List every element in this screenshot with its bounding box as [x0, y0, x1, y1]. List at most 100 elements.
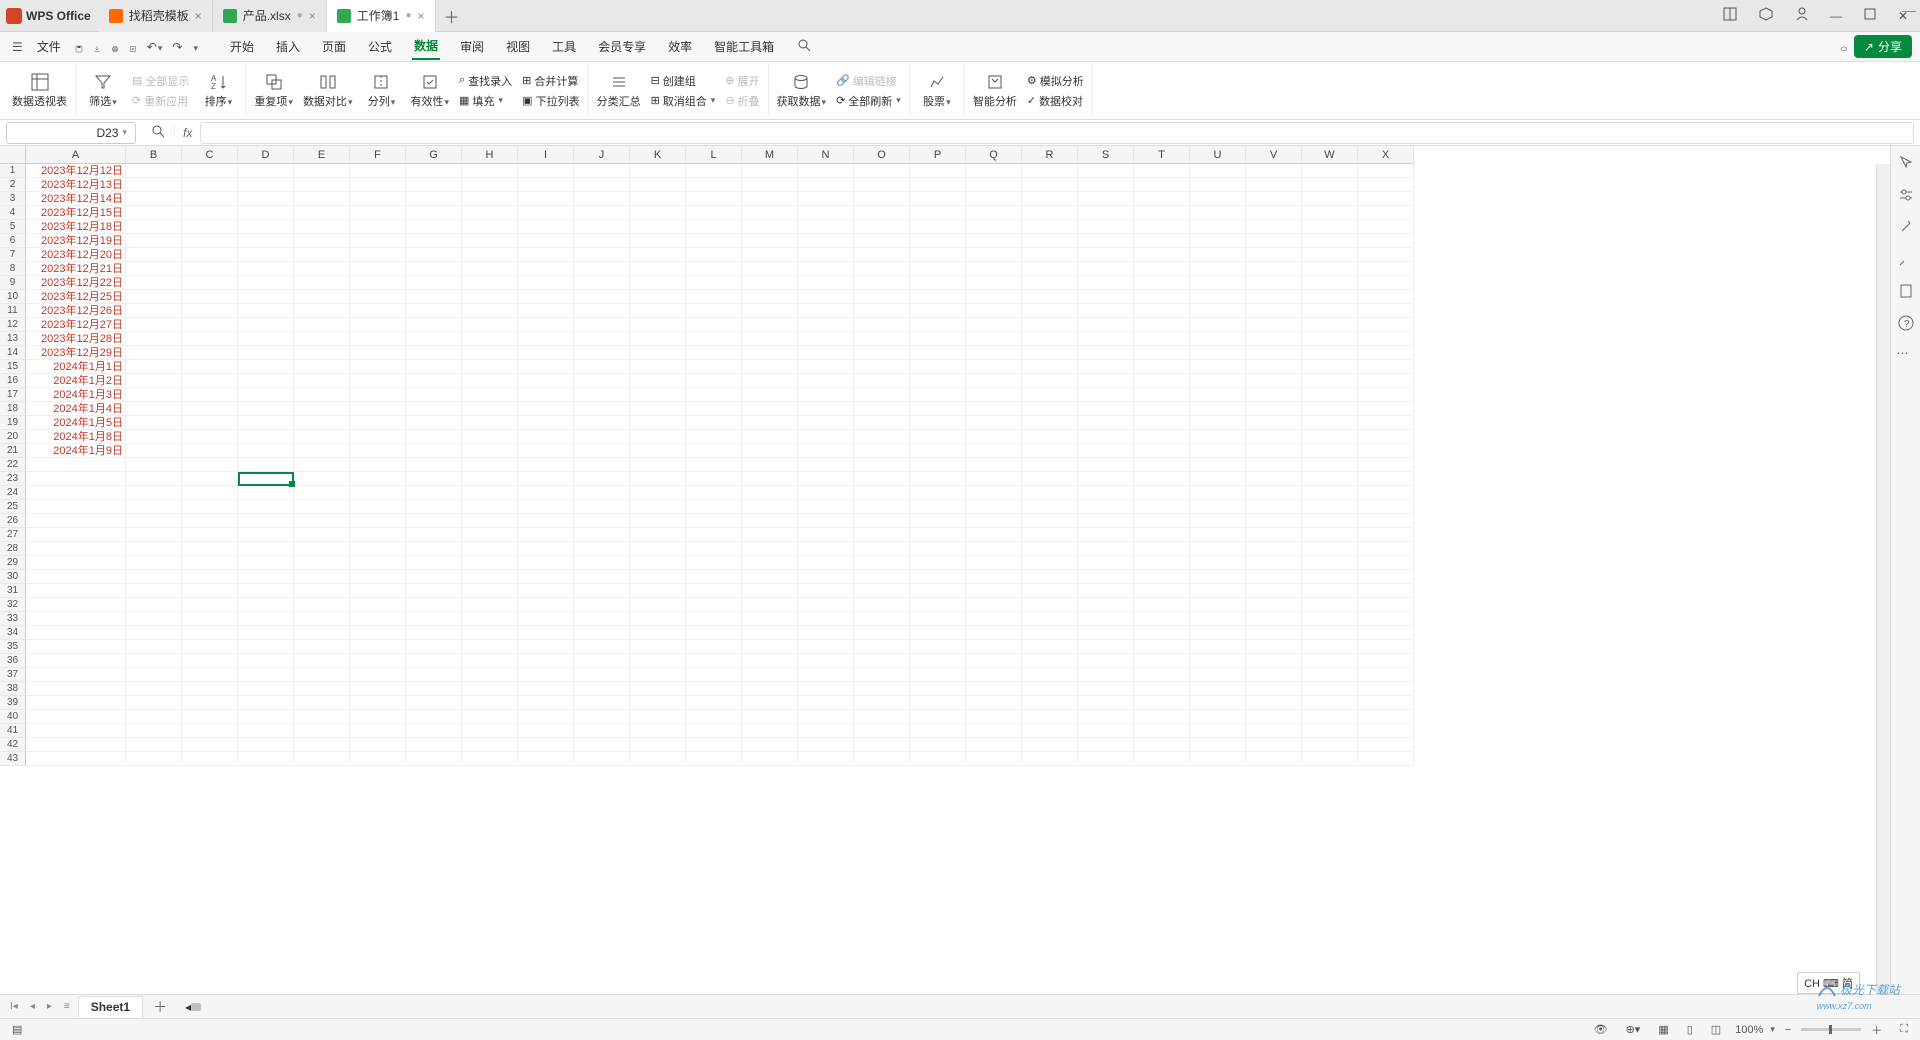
- cell[interactable]: [742, 430, 798, 444]
- cell[interactable]: [462, 430, 518, 444]
- cell[interactable]: [1358, 668, 1414, 682]
- cell[interactable]: [350, 416, 406, 430]
- cell[interactable]: [406, 360, 462, 374]
- cell[interactable]: [462, 682, 518, 696]
- cell[interactable]: [686, 570, 742, 584]
- cell[interactable]: [126, 598, 182, 612]
- cell[interactable]: [182, 416, 238, 430]
- cell[interactable]: [798, 360, 854, 374]
- cell[interactable]: [1358, 486, 1414, 500]
- cell[interactable]: [742, 206, 798, 220]
- cell[interactable]: [1190, 472, 1246, 486]
- cell[interactable]: [1078, 584, 1134, 598]
- cell[interactable]: 2023年12月26日: [26, 304, 126, 318]
- cell[interactable]: [294, 416, 350, 430]
- cell[interactable]: [742, 248, 798, 262]
- cell[interactable]: [686, 374, 742, 388]
- cell[interactable]: 2023年12月28日: [26, 332, 126, 346]
- cell[interactable]: [798, 472, 854, 486]
- settings-slider-icon[interactable]: [1897, 186, 1915, 204]
- cell[interactable]: [462, 388, 518, 402]
- cell[interactable]: [350, 192, 406, 206]
- cell[interactable]: [1022, 486, 1078, 500]
- cell[interactable]: [126, 178, 182, 192]
- tools-icon[interactable]: [1897, 250, 1915, 268]
- cell[interactable]: [26, 752, 126, 766]
- cell[interactable]: [182, 346, 238, 360]
- cell[interactable]: [182, 724, 238, 738]
- cell[interactable]: [518, 276, 574, 290]
- cell[interactable]: [1190, 710, 1246, 724]
- cell[interactable]: [1190, 416, 1246, 430]
- cell[interactable]: [462, 276, 518, 290]
- cell[interactable]: [294, 542, 350, 556]
- cell[interactable]: [798, 206, 854, 220]
- cell[interactable]: [630, 318, 686, 332]
- undo-button[interactable]: ↶▾: [143, 36, 167, 58]
- cell[interactable]: [350, 276, 406, 290]
- cell[interactable]: [350, 640, 406, 654]
- cell[interactable]: [126, 556, 182, 570]
- cell[interactable]: [238, 248, 294, 262]
- cell[interactable]: 2024年1月1日: [26, 360, 126, 374]
- cell[interactable]: [1302, 234, 1358, 248]
- cell[interactable]: [1358, 738, 1414, 752]
- cell[interactable]: [1246, 528, 1302, 542]
- cell[interactable]: [966, 304, 1022, 318]
- cell[interactable]: [462, 542, 518, 556]
- cell[interactable]: [350, 682, 406, 696]
- column-header[interactable]: U: [1190, 146, 1246, 164]
- cell[interactable]: [686, 514, 742, 528]
- cell[interactable]: [1302, 640, 1358, 654]
- cell[interactable]: [1134, 486, 1190, 500]
- cell[interactable]: [350, 486, 406, 500]
- cell[interactable]: [742, 192, 798, 206]
- cell[interactable]: [294, 304, 350, 318]
- row-header[interactable]: 35: [0, 640, 26, 654]
- cell[interactable]: [294, 276, 350, 290]
- row-header[interactable]: 3: [0, 192, 26, 206]
- cell[interactable]: [238, 752, 294, 766]
- cell[interactable]: [742, 696, 798, 710]
- cell[interactable]: [126, 514, 182, 528]
- cell[interactable]: [742, 444, 798, 458]
- cell[interactable]: [238, 220, 294, 234]
- cell[interactable]: [1358, 346, 1414, 360]
- cell[interactable]: [966, 514, 1022, 528]
- cell[interactable]: [630, 290, 686, 304]
- cell[interactable]: [1134, 710, 1190, 724]
- cell[interactable]: [238, 570, 294, 584]
- cell[interactable]: [406, 192, 462, 206]
- cell[interactable]: [406, 668, 462, 682]
- cell[interactable]: [854, 192, 910, 206]
- cell[interactable]: [1022, 276, 1078, 290]
- cell[interactable]: [798, 570, 854, 584]
- cell[interactable]: [1358, 402, 1414, 416]
- cell[interactable]: [462, 290, 518, 304]
- cell[interactable]: [630, 598, 686, 612]
- cell[interactable]: [462, 164, 518, 178]
- cell[interactable]: [182, 234, 238, 248]
- cell[interactable]: [630, 752, 686, 766]
- cell[interactable]: [1190, 304, 1246, 318]
- cell[interactable]: [1302, 542, 1358, 556]
- cell[interactable]: [686, 486, 742, 500]
- cell[interactable]: [910, 724, 966, 738]
- cell[interactable]: [1190, 500, 1246, 514]
- cell[interactable]: [126, 360, 182, 374]
- cell[interactable]: [462, 738, 518, 752]
- cell[interactable]: [1190, 640, 1246, 654]
- cell[interactable]: [742, 304, 798, 318]
- cell[interactable]: [1022, 598, 1078, 612]
- cell[interactable]: [1022, 304, 1078, 318]
- cell[interactable]: [350, 584, 406, 598]
- cell[interactable]: [1022, 640, 1078, 654]
- cell[interactable]: [406, 178, 462, 192]
- cell[interactable]: [854, 514, 910, 528]
- cell[interactable]: [686, 346, 742, 360]
- cell[interactable]: [406, 724, 462, 738]
- cell[interactable]: [1078, 542, 1134, 556]
- cell[interactable]: [630, 556, 686, 570]
- cell[interactable]: [1022, 626, 1078, 640]
- cell[interactable]: [1134, 374, 1190, 388]
